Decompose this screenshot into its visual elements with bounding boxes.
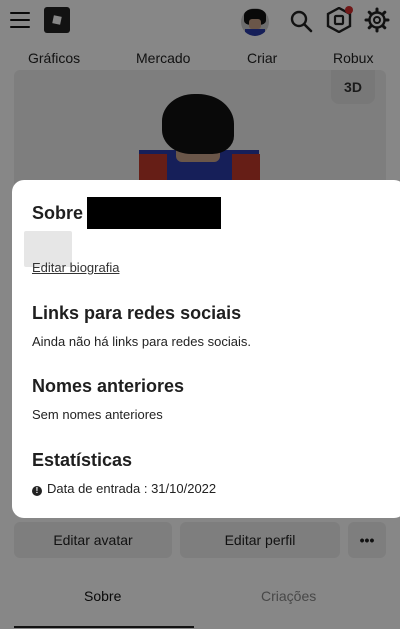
modal-title: Sobre <box>32 203 84 223</box>
redacted-username <box>87 197 221 229</box>
info-icon: ! <box>32 486 42 496</box>
join-date-label: Data de entrada : 31/10/2022 <box>47 481 217 496</box>
about-modal: Sobre Editar biografia Links para redes … <box>12 180 400 518</box>
join-date: ! Data de entrada : 31/10/2022 <box>32 481 216 496</box>
social-links-heading: Links para redes sociais <box>32 303 242 323</box>
previous-names-heading: Nomes anteriores <box>32 376 185 396</box>
social-links-text: Ainda não há links para redes sociais. <box>32 334 251 349</box>
edit-bio-link[interactable]: Editar biografia <box>32 260 119 275</box>
stats-heading: Estatísticas <box>32 450 133 470</box>
previous-names-text: Sem nomes anteriores <box>32 407 163 422</box>
